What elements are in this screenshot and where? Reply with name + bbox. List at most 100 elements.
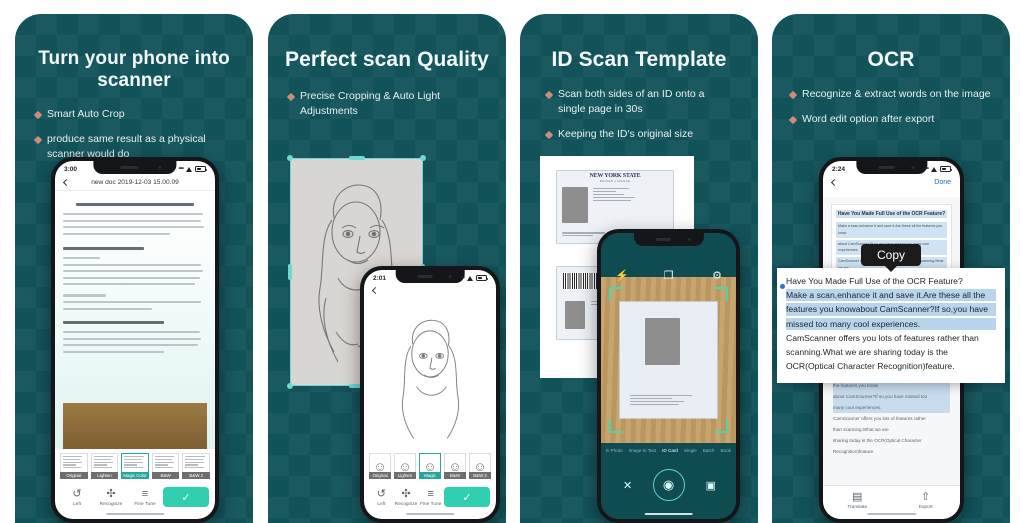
mode-image-to-text[interactable]: Image to Text [629, 448, 657, 453]
rotate-left-icon: ↺ [72, 487, 82, 500]
shutter-button[interactable]: ◉ [652, 469, 685, 501]
bullet-text: Keeping the ID's original size [558, 128, 694, 141]
camera-viewfinder[interactable] [601, 277, 736, 443]
mode-batch[interactable]: Batch [703, 448, 715, 453]
portrait-sketch-icon [401, 319, 460, 439]
sketch-result-preview [364, 306, 496, 445]
filter-strip[interactable]: ☺ Original ☺ Lighten ☺ Magic Color ☺ B&W [364, 453, 496, 485]
phone-notch [633, 233, 704, 246]
diamond-bullet-icon [33, 110, 43, 120]
panel-2-bullets: Precise Cropping & Auto Light Adjustment… [268, 89, 506, 119]
filter-option[interactable]: B&W 2 [182, 453, 210, 479]
callout-line-selected: Make a scan,enhance it and save it.Are t… [786, 289, 996, 302]
copy-tooltip[interactable]: Copy [860, 244, 922, 266]
filter-label: B&W 2 [469, 472, 491, 479]
filter-strip[interactable]: Original Lighten Magic Color B&W B&W 2 [55, 453, 215, 479]
document-page [63, 203, 207, 353]
tool-label: Fine Tune [420, 501, 442, 507]
mode-single[interactable]: Single [684, 448, 697, 453]
filter-option[interactable]: ☺ Lighten [394, 453, 416, 479]
tool-rotate-left[interactable]: ↺ Left [61, 488, 93, 507]
feature-panel-id-scan: ID Scan Template Scan both sides of an I… [520, 14, 758, 523]
status-time: 2:24 [832, 165, 846, 173]
filter-option-selected[interactable]: Magic Color [121, 453, 149, 479]
filter-option[interactable]: B&W [151, 453, 180, 479]
tool-label: Fine Tune [134, 501, 156, 507]
home-indicator [866, 512, 917, 515]
bullet-text: Scan both sides of an ID onto a single p… [558, 87, 705, 115]
feature-panel-scan-quality: Perfect scan Quality Precise Cropping & … [268, 14, 506, 523]
gallery-icon[interactable]: ▣ [706, 479, 716, 492]
confirm-button[interactable]: ✓ [163, 487, 209, 507]
tool-label: Left [72, 501, 81, 507]
tool-fine-tune[interactable]: ≡ Fine Tune [419, 488, 442, 507]
camera-mode-selector[interactable]: E-Photo Image to Text ID Card Single Bat… [601, 443, 736, 453]
callout-title: Have You Made Full Use of the OCR Featur… [786, 276, 963, 286]
crop-handle-left[interactable] [288, 264, 292, 280]
status-time: 2:01 [373, 274, 387, 282]
filter-option-selected[interactable]: ☺ Magic Color [419, 453, 441, 485]
bullet-item: Scan both sides of an ID onto a single p… [544, 87, 732, 117]
close-icon[interactable]: ✕ [623, 479, 632, 492]
back-icon[interactable] [371, 286, 380, 295]
status-icons: •••• [179, 166, 207, 172]
ocr-navbar: Done [823, 177, 960, 190]
crop-handle-top-left[interactable] [287, 155, 293, 161]
tool-recognize[interactable]: ✣ Recognize [395, 488, 418, 507]
wifi-icon [466, 275, 474, 281]
check-icon: ✓ [462, 491, 472, 504]
screenshot-board: Turn your phone into scanner Smart Auto … [0, 0, 1020, 523]
status-bar: 2:01 •••• [364, 270, 496, 286]
document-preview[interactable] [55, 197, 215, 449]
filter-label: B&W [151, 472, 180, 479]
tool-label: Recognize [99, 501, 123, 507]
tool-recognize[interactable]: ✣ Recognize [95, 488, 127, 507]
id-state-title: NEW YORK STATE [589, 173, 641, 179]
doc-subheading [63, 246, 144, 250]
confirm-button[interactable]: ✓ [444, 487, 491, 507]
crop-handle-top[interactable] [348, 156, 365, 160]
selection-handle-start[interactable] [780, 284, 785, 289]
settings-icon[interactable]: ⚙ [712, 269, 722, 282]
phone-mockup-document-editor: 3:00 •••• new doc 2019-12-03 15.00.09 Or… [51, 157, 219, 523]
crop-handle-bottom-left[interactable] [287, 383, 293, 389]
filter-label: Magic Color [419, 472, 441, 485]
signal-icon: •••• [459, 275, 466, 281]
scan-corner-bottom-left [609, 419, 623, 433]
mode-e-photo[interactable]: E-Photo [606, 448, 623, 453]
callout-line: scanning.What we are sharing today is th… [786, 347, 948, 358]
mode-id-card[interactable]: ID Card [662, 448, 678, 453]
mode-book[interactable]: Book [720, 448, 730, 453]
back-icon[interactable] [62, 178, 71, 187]
panel-3-headline: ID Scan Template [551, 48, 727, 71]
id-template-icon[interactable]: ❐ [664, 269, 674, 282]
filter-option[interactable]: ☺ B&W [444, 453, 466, 479]
tool-fine-tune[interactable]: ≡ Fine Tune [129, 488, 161, 507]
filter-option[interactable]: ☺ B&W 2 [469, 453, 491, 479]
back-icon[interactable] [830, 178, 839, 187]
detected-id-card [619, 301, 718, 419]
filter-option[interactable]: Lighten [90, 453, 119, 479]
crop-handle-top-right[interactable] [420, 155, 426, 161]
tool-rotate-left[interactable]: ↺ Left [370, 488, 393, 507]
callout-line: CamScanner offers you lots of features r… [786, 332, 979, 343]
translate-label: Translate [847, 505, 868, 510]
editor-navbar [364, 286, 496, 297]
ocr-line: Make a scan,enhance it and save it.Are t… [836, 222, 947, 238]
status-icons: •••• [459, 275, 488, 281]
status-bar: 2:24 •••• [823, 161, 960, 177]
home-indicator [406, 512, 454, 515]
filter-option[interactable]: Original [60, 453, 88, 479]
bullet-item: Smart Auto Crop [33, 107, 233, 122]
feature-panel-ocr: OCR Recognize & extract words on the ima… [772, 14, 1010, 523]
flash-icon[interactable]: ⚡ [615, 269, 629, 282]
ocr-text-callout[interactable]: Have You Made Full Use of the OCR Featur… [777, 268, 1005, 384]
phone-mockup-sketch-result: 2:01 •••• ☺ Original ☺ Lighten ☺ Magic C… [360, 266, 500, 523]
filter-option[interactable]: ☺ Original [369, 453, 391, 479]
editor-toolbar: ↺ Left ✣ Recognize ≡ Fine Tune ✓ [55, 482, 215, 512]
callout-line-selected: features you knowabout CamScanner?If so,… [786, 303, 996, 316]
feature-panel-scanner: Turn your phone into scanner Smart Auto … [15, 14, 253, 523]
fine-tune-icon: ≡ [141, 487, 149, 500]
signal-icon: •••• [923, 166, 930, 172]
done-button[interactable]: Done [934, 179, 951, 186]
